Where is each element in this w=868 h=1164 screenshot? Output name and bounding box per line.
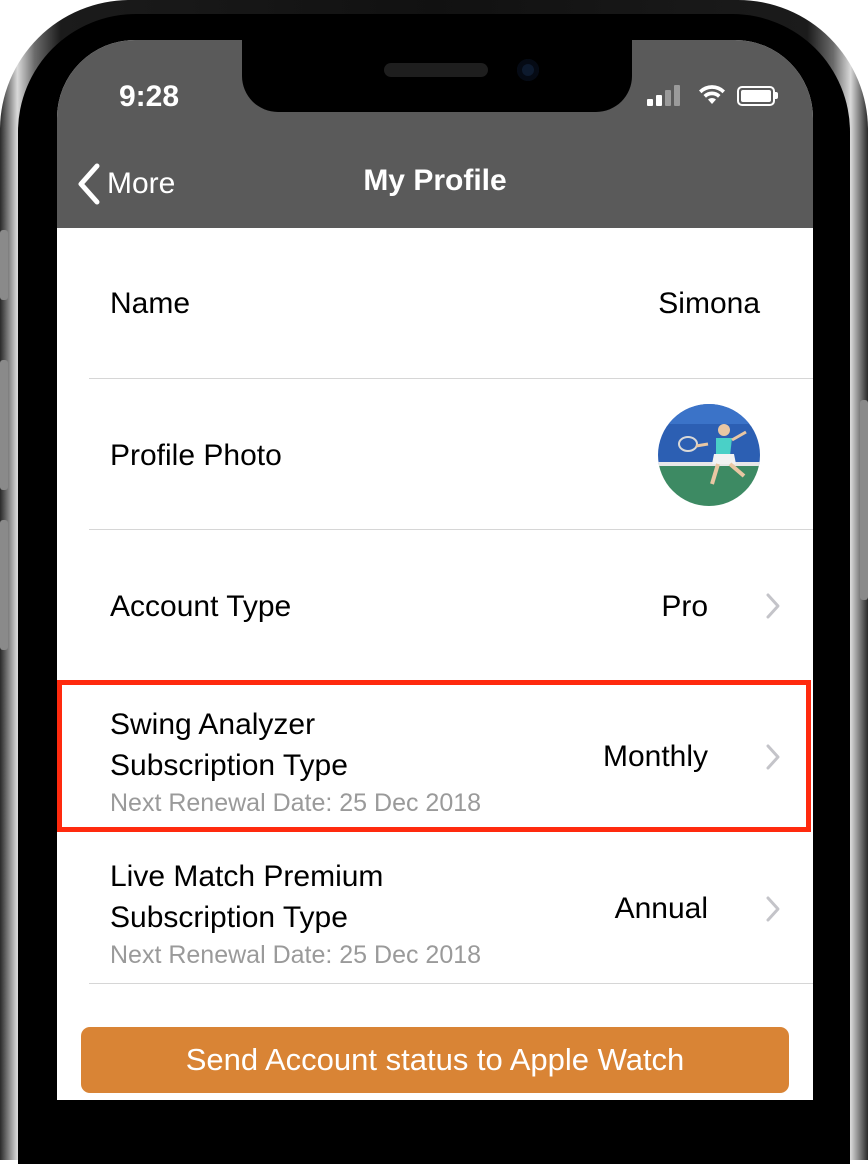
- volume-up-button: [0, 360, 8, 490]
- screen: 9:28 More My Profile Name Simona Profile…: [57, 40, 813, 1100]
- live-match-label-line2: Subscription Type: [110, 901, 348, 934]
- status-time: 9:28: [119, 80, 180, 113]
- speaker-grille: [384, 63, 488, 77]
- chevron-right-icon: [766, 896, 780, 922]
- power-button: [860, 400, 868, 600]
- account-type-label: Account Type: [110, 590, 292, 623]
- live-match-subscription-row[interactable]: Live Match Premium Subscription Type Nex…: [57, 837, 813, 983]
- name-value: Simona: [658, 287, 760, 320]
- divider: [89, 983, 813, 984]
- front-camera: [517, 59, 539, 81]
- live-match-label-line1: Live Match Premium: [110, 860, 384, 893]
- name-row[interactable]: Name Simona: [57, 228, 813, 378]
- name-label: Name: [110, 287, 191, 320]
- live-match-renewal-date: Next Renewal Date: 25 Dec 2018: [110, 941, 482, 969]
- profile-photo-label: Profile Photo: [110, 439, 282, 472]
- profile-photo-image: [658, 404, 760, 506]
- volume-down-button: [0, 520, 8, 650]
- account-type-value: Pro: [661, 590, 708, 623]
- highlight-box: [57, 680, 811, 832]
- live-match-value: Annual: [614, 892, 708, 925]
- account-type-row[interactable]: Account Type Pro: [57, 530, 813, 680]
- battery-icon: [737, 86, 775, 106]
- wifi-icon: [699, 85, 725, 104]
- chevron-right-icon: [766, 593, 780, 619]
- mute-switch: [0, 230, 8, 300]
- send-account-status-button[interactable]: Send Account status to Apple Watch: [81, 1027, 789, 1093]
- page-title: My Profile: [363, 164, 507, 197]
- avatar[interactable]: [658, 404, 760, 506]
- signal-icon: [647, 84, 687, 106]
